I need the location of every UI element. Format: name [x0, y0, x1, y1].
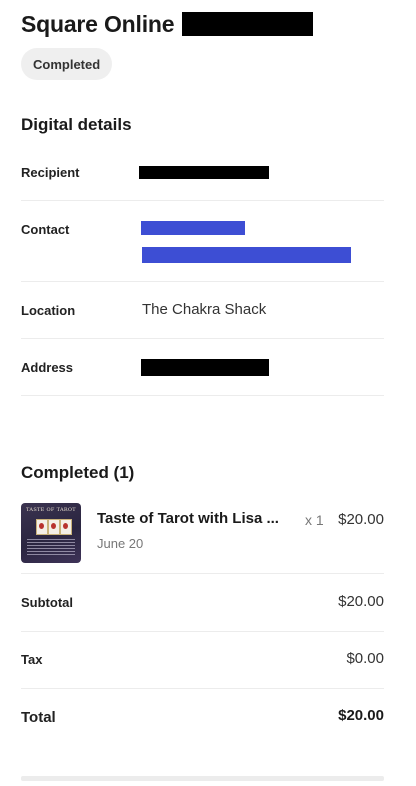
redacted-address: [141, 359, 269, 376]
total-value: $20.00: [338, 707, 384, 724]
recipient-label: Recipient: [21, 165, 80, 180]
thumbnail-text-lines: [27, 539, 75, 557]
location-value: The Chakra Shack: [142, 301, 267, 318]
total-label: Total: [21, 709, 56, 726]
item-name: Taste of Tarot with Lisa ...: [97, 510, 279, 527]
item-quantity: x 1: [305, 512, 324, 528]
contact-label: Contact: [21, 222, 70, 237]
location-label: Location: [21, 303, 76, 318]
page-header: Square Online: [21, 10, 314, 38]
item-date: June 20: [97, 536, 144, 551]
contact-row: Contact: [21, 201, 384, 282]
subtotal-row: Subtotal $20.00: [21, 574, 384, 632]
location-row: Location The Chakra Shack: [21, 282, 384, 339]
redacted-recipient: [139, 166, 269, 179]
redacted-order-id: [182, 12, 314, 36]
total-row: Total $20.00: [21, 688, 384, 745]
recipient-row: Recipient: [21, 144, 384, 201]
subtotal-value: $20.00: [338, 593, 384, 610]
completed-heading: Completed (1): [21, 463, 135, 482]
item-thumbnail: TASTE OF TAROT: [21, 503, 81, 563]
tarot-card-icon: [36, 519, 48, 535]
item-price: $20.00: [338, 511, 384, 528]
address-row: Address: [21, 339, 384, 396]
address-label: Address: [21, 360, 74, 375]
status-badge: Completed: [21, 48, 113, 80]
tarot-card-icon: [48, 519, 60, 535]
contact-email-link[interactable]: [142, 247, 351, 263]
contact-phone-link[interactable]: [141, 221, 245, 235]
thumbnail-title: TASTE OF TAROT: [26, 507, 76, 513]
tax-label: Tax: [21, 652, 43, 667]
tax-row: Tax $0.00: [21, 631, 384, 689]
digital-details-heading: Digital details: [21, 115, 132, 134]
subtotal-label: Subtotal: [21, 595, 73, 610]
tax-value: $0.00: [346, 650, 384, 667]
page-title: Square Online: [21, 10, 175, 37]
line-item[interactable]: TASTE OF TAROT Taste of Tarot with Lisa …: [21, 496, 384, 574]
bottom-divider: [21, 776, 384, 781]
tarot-card-icon: [60, 519, 72, 535]
